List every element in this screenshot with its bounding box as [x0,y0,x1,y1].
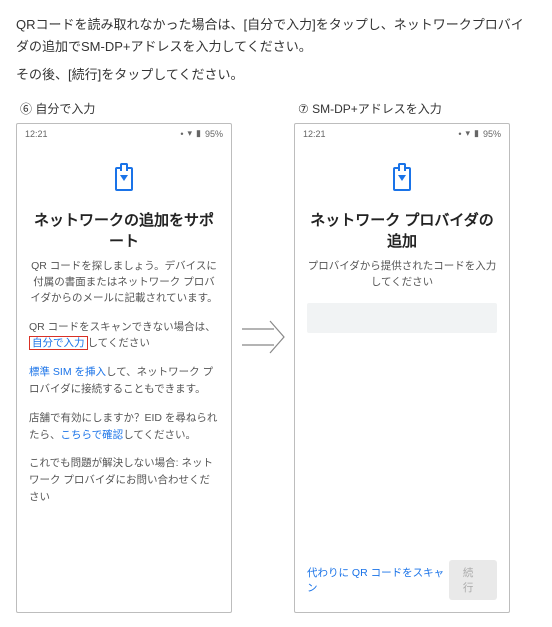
check-eid-link[interactable]: こちらで確認 [61,429,124,441]
wifi-icon: ▾ [188,128,193,139]
insert-sim-link[interactable]: 標準 SIM を挿入 [29,366,106,378]
left-caption: ⑥ 自分で入力 [20,100,232,117]
left-content: ネットワークの追加をサポート QR コードを探しましょう。デバイスに付属の書面ま… [17,141,231,612]
left-p3: 店舗で有効にしますか？EID を尋ねられたら、こちらで確認してください。 [29,410,219,444]
bottom-bar: 代わりに QR コードをスキャン 続行 [295,550,509,612]
screenshots-row: ⑥ 自分で入力 12:21 • ▾ ▮ 95% ネットワークの追加をサポート Q… [16,100,536,613]
left-p2: 標準 SIM を挿入して、ネットワーク プロバイダに接続することもできます。 [29,364,219,398]
dot-icon: • [458,129,461,139]
right-content: ネットワーク プロバイダの追加 プロバイダから提供されたコードを入力してください [295,141,509,550]
statusbar: 12:21 • ▾ ▮ 95% [295,124,509,141]
wifi-icon: ▾ [466,128,471,139]
right-subtitle: プロバイダから提供されたコードを入力してください [307,259,497,291]
battery-icon: ▮ [474,128,479,139]
battery-pct: 95% [205,129,223,139]
manual-entry-link[interactable]: 自分で入力 [29,336,88,350]
sim-icon [393,167,411,191]
left-column: ⑥ 自分で入力 12:21 • ▾ ▮ 95% ネットワークの追加をサポート Q… [16,100,232,613]
right-caption: ⑦ SM-DP+アドレスを入力 [298,100,510,117]
left-phone: 12:21 • ▾ ▮ 95% ネットワークの追加をサポート QR コードを探し… [16,123,232,613]
scan-qr-link[interactable]: 代わりに QR コードをスキャン [307,565,449,595]
battery-icon: ▮ [196,128,201,139]
arrow-icon [238,317,288,357]
status-time: 12:21 [25,129,48,139]
right-column: ⑦ SM-DP+アドレスを入力 12:21 • ▾ ▮ 95% ネットワーク プ… [294,100,510,613]
status-time: 12:21 [303,129,326,139]
left-title: ネットワークの追加をサポート [29,209,219,251]
battery-pct: 95% [483,129,501,139]
intro-text: QRコードを読み取れなかった場合は、[自分で入力]をタップし、ネットワークプロバ… [16,14,536,86]
intro-line2: その後、[続行]をタップしてください。 [16,64,536,86]
left-subtitle: QR コードを探しましょう。デバイスに付属の書面またはネットワーク プロバイダか… [29,259,219,306]
statusbar: 12:21 • ▾ ▮ 95% [17,124,231,141]
right-phone: 12:21 • ▾ ▮ 95% ネットワーク プロバイダの追加 プロバイダから提… [294,123,510,613]
continue-button[interactable]: 続行 [449,560,497,600]
left-p4: これでも問題が解決しない場合: ネットワーク プロバイダにお問い合わせください [29,455,219,505]
sim-icon [115,167,133,191]
left-p1: QR コードをスキャンできない場合は、自分で入力してください [29,319,219,353]
intro-line1: QRコードを読み取れなかった場合は、[自分で入力]をタップし、ネットワークプロバ… [16,14,536,58]
right-title: ネットワーク プロバイダの追加 [307,209,497,251]
smdp-input[interactable] [307,303,497,333]
dot-icon: • [180,129,183,139]
